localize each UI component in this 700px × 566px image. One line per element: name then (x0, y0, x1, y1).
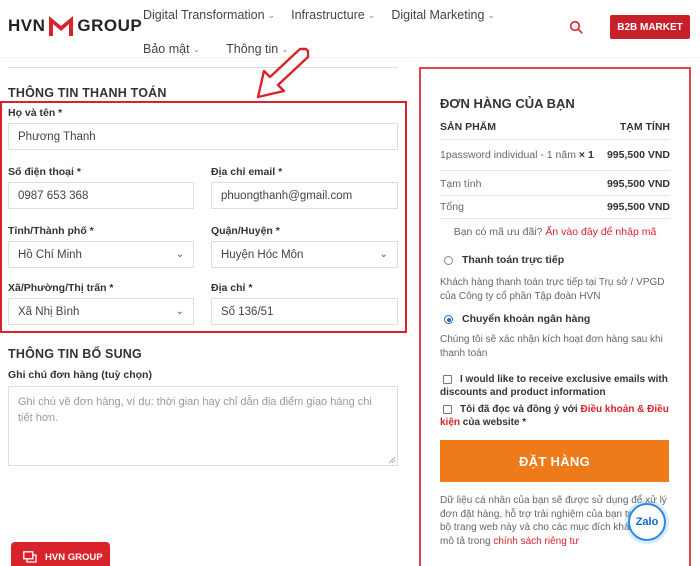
logo[interactable]: HVN GROUP (8, 16, 142, 36)
phone-label: Số điện thoại * (8, 166, 81, 178)
total-value: 995,500 VND (606, 201, 670, 213)
chat-icon (23, 551, 37, 563)
district-select[interactable]: Huyện Hóc Môn ⌄ (211, 241, 398, 268)
pay-bank-radio[interactable] (444, 315, 453, 324)
chevron-down-icon: ⌄ (367, 10, 376, 20)
arrow-annotation-icon (256, 47, 310, 99)
resize-handle-icon[interactable] (388, 456, 396, 464)
col-subtotal: TẠM TÍNH (619, 121, 670, 133)
col-product: SẢN PHẨM (440, 121, 497, 133)
b2b-market-button[interactable]: B2B MARKET (610, 15, 690, 39)
nav-digital-transformation[interactable]: Digital Transformation ⌄ (143, 7, 275, 23)
chevron-down-icon: ⌄ (267, 10, 276, 20)
subtotal-row: Tạm tính 995,500 VND (440, 178, 670, 190)
logo-text-right: GROUP (77, 16, 143, 35)
district-label: Quận/Huyện * (211, 225, 280, 237)
coupon-prompt: Bạn có mã ưu đãi? Ấn vào đây để nhập mã (453, 226, 657, 238)
notes-placeholder: Ghi chú về đơn hàng, ví dụ: thời gian ha… (18, 396, 372, 424)
pay-bank-label[interactable]: Chuyển khoản ngân hàng (462, 313, 590, 325)
name-input[interactable]: Phương Thanh (8, 123, 398, 150)
site-header: HVN GROUP Digital Transformation ⌄ Infras… (0, 0, 700, 58)
divider (440, 170, 670, 171)
item-price: 995,500 VND (606, 149, 670, 161)
coupon-link[interactable]: Ấn vào đây để nhập mã (545, 226, 656, 238)
order-item-row: 1password individual - 1 năm × 1 995,500… (440, 149, 670, 161)
main-nav: Digital Transformation ⌄ Infrastructure ⌄ … (143, 7, 553, 75)
item-qty: × 1 (578, 149, 594, 161)
chevron-down-icon: ⌄ (175, 306, 184, 317)
pay-direct-radio[interactable] (444, 256, 453, 265)
email-input[interactable]: phuongthanh@gmail.com (211, 182, 398, 209)
chevron-down-icon: ⌄ (175, 249, 184, 260)
address-label: Địa chỉ * (211, 282, 253, 294)
subtotal-value: 995,500 VND (606, 178, 670, 190)
billing-section-title: THÔNG TIN THANH TOÁN (8, 86, 167, 100)
address-input[interactable]: Số 136/51 (211, 298, 398, 325)
nav-infrastructure[interactable]: Infrastructure ⌄ (291, 7, 375, 23)
ward-label: Xã/Phường/Thị trấn * (8, 282, 114, 294)
email-label: Địa chỉ email * (211, 166, 283, 178)
place-order-button[interactable]: ĐẶT HÀNG (440, 440, 669, 482)
extra-section-title: THÔNG TIN BỔ SUNG (8, 347, 142, 361)
pay-direct-desc: Khách hàng thanh toán trực tiếp tại Trụ … (440, 277, 665, 302)
notes-textarea[interactable]: Ghi chú về đơn hàng, ví dụ: thời gian ha… (8, 386, 398, 466)
divider (8, 67, 398, 68)
logo-mark-icon (49, 16, 74, 36)
divider (440, 139, 670, 140)
chevron-down-icon: ⌄ (192, 44, 201, 54)
pay-direct-label[interactable]: Thanh toán trực tiếp (462, 254, 564, 266)
search-icon[interactable] (569, 20, 583, 34)
terms-label[interactable]: Tôi đã đọc và đồng ý với Điều khoản & Đi… (440, 403, 672, 429)
chevron-down-icon: ⌄ (487, 10, 495, 20)
nav-bao-mat[interactable]: Bảo mật ⌄ (143, 41, 200, 57)
pay-bank-desc: Chúng tôi sẽ xác nhận kích hoạt đơn hàng… (440, 334, 663, 359)
privacy-link[interactable]: chính sách riêng tư (493, 536, 579, 547)
item-name: 1password individual - 1 năm (440, 149, 576, 161)
city-label: Tỉnh/Thành phố * (8, 225, 94, 237)
total-row: Tổng 995,500 VND (440, 201, 670, 213)
divider (440, 218, 670, 219)
subtotal-label: Tạm tính (440, 178, 482, 190)
phone-input[interactable]: 0987 653 368 (8, 182, 194, 209)
name-label: Họ và tên * (8, 107, 63, 119)
chat-button[interactable]: HVN GROUP (11, 542, 110, 566)
order-title: ĐƠN HÀNG CỦA BẠN (440, 96, 575, 111)
chevron-down-icon: ⌄ (379, 249, 388, 260)
emails-label[interactable]: I would like to receive exclusive emails… (440, 373, 672, 399)
zalo-chat-icon[interactable]: Zalo (628, 503, 666, 541)
city-select[interactable]: Hồ Chí Minh ⌄ (8, 241, 194, 268)
ward-select[interactable]: Xã Nhị Bình ⌄ (8, 298, 194, 325)
order-table-header: SẢN PHẨM TẠM TÍNH (440, 121, 670, 133)
nav-digital-marketing[interactable]: Digital Marketing ⌄ (391, 7, 495, 23)
notes-label: Ghi chú đơn hàng (tuỳ chọn) (8, 369, 152, 381)
logo-text-left: HVN (8, 16, 46, 35)
total-label: Tổng (440, 201, 464, 213)
divider (440, 195, 670, 196)
